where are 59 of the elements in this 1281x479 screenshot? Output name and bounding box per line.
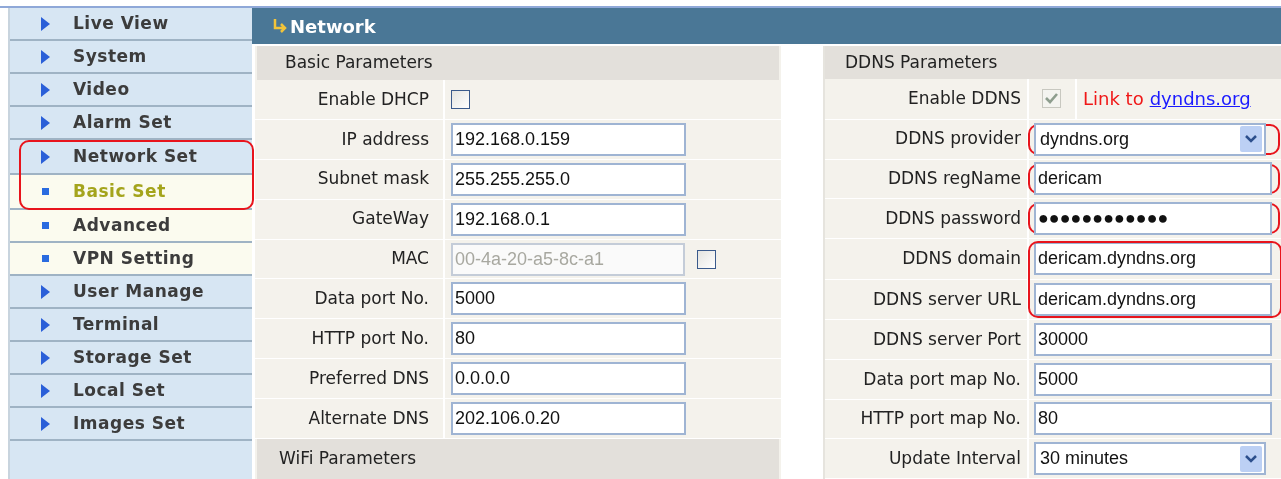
input-field[interactable]: 30000: [1034, 323, 1272, 357]
section-title: DDNS Parameters: [845, 50, 998, 74]
field-label: Data port map No.: [863, 367, 1021, 391]
input-field[interactable]: 80: [1034, 402, 1272, 436]
field-label: IP address: [341, 127, 429, 151]
input-field[interactable]: 80: [451, 322, 686, 356]
triangle-icon: [41, 350, 50, 365]
dropdown[interactable]: dyndns.org: [1034, 122, 1266, 156]
field-label: HTTP port No.: [311, 327, 429, 351]
input-field[interactable]: dericam.dyndns.org: [1034, 242, 1272, 276]
input-field[interactable]: dericam: [1034, 162, 1272, 196]
chevron-down-icon: [1240, 126, 1262, 153]
dropdown[interactable]: 30 minutes: [1034, 442, 1266, 476]
section-title: Basic Parameters: [285, 51, 433, 75]
field-label: DDNS provider: [895, 127, 1021, 151]
field-label: DDNS regName: [887, 167, 1021, 191]
sidebar-item[interactable]: Video: [73, 76, 130, 103]
field-label: GateWay: [352, 207, 429, 231]
section-title: WiFi Parameters: [279, 447, 417, 471]
arrow-icon: [272, 18, 288, 34]
square-bullet-icon: [42, 255, 49, 263]
field-label: MAC: [391, 247, 429, 271]
input-field[interactable]: 255.255.255.0: [451, 162, 686, 196]
triangle-icon: [41, 149, 50, 164]
field-label: Enable DDNS: [908, 87, 1021, 111]
field-label: DDNS password: [885, 206, 1021, 230]
field-label: Update Interval: [888, 446, 1021, 470]
field-label: Preferred DNS: [308, 366, 429, 390]
input-field[interactable]: 192.168.0.159: [451, 122, 686, 156]
triangle-icon: [41, 317, 50, 332]
field-label: DDNS server Port: [873, 327, 1021, 351]
square-bullet-icon: [42, 188, 49, 196]
checkbox[interactable]: [451, 89, 470, 109]
input-field[interactable]: 0.0.0.0: [451, 362, 686, 396]
triangle-icon: [41, 115, 50, 130]
field-label: Subnet mask: [317, 167, 429, 191]
chevron-down-icon: [1240, 445, 1262, 472]
triangle-icon: [41, 416, 50, 431]
square-bullet-icon: [42, 222, 49, 230]
input-field[interactable]: 5000: [451, 282, 686, 316]
field-label: HTTP port map No.: [860, 407, 1021, 431]
link-note: Link to: [1083, 87, 1144, 112]
input-field[interactable]: 202.106.0.20: [451, 402, 686, 436]
field-label: Enable DHCP: [317, 87, 429, 111]
input-field[interactable]: dericam.dyndns.org: [1034, 282, 1272, 316]
field-label: Data port No.: [314, 287, 429, 311]
input-field[interactable]: ●●●●●●●●●●●●: [1034, 202, 1272, 236]
triangle-icon: [41, 284, 50, 299]
page-title: Network: [290, 14, 376, 39]
field-label: DDNS domain: [902, 247, 1021, 270]
triangle-icon: [41, 383, 50, 398]
field-label: DDNS server URL: [872, 287, 1021, 311]
check-icon: [1045, 93, 1058, 105]
input-field[interactable]: 5000: [1034, 362, 1272, 396]
field-label: Alternate DNS: [308, 406, 429, 430]
triangle-icon: [41, 49, 50, 64]
triangle-icon: [41, 16, 50, 31]
triangle-icon: [41, 82, 50, 97]
input-field[interactable]: 192.168.0.1: [451, 202, 686, 236]
